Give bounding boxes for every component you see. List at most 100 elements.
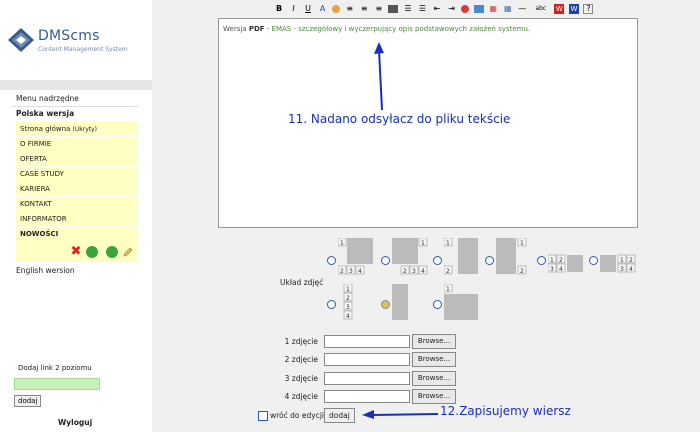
return-to-edit-checkbox[interactable]: [258, 411, 268, 421]
word-clean-icon[interactable]: W: [568, 4, 579, 14]
menu-english-version[interactable]: English wersion: [12, 264, 138, 278]
table-insert-icon[interactable]: ▦: [488, 4, 498, 14]
sidebar: DMScms Content Management System Menu na…: [0, 0, 152, 432]
svg-text:1: 1: [520, 240, 524, 247]
photo-3-browse-button[interactable]: Browse...: [412, 371, 456, 386]
arrow-down-icon[interactable]: [106, 246, 118, 258]
photo-3-label: 3 zdjęcie: [284, 374, 318, 383]
menu-item-label: Strona główna: [20, 125, 71, 133]
align-left-icon[interactable]: ≡: [345, 4, 355, 14]
photo-1-input[interactable]: [324, 335, 410, 348]
layout-thumb-5: 1 2 3 4: [548, 254, 583, 273]
menu-tree: Menu nadrzędne Polska wersja Strona głów…: [12, 92, 138, 278]
horizontal-rule-icon[interactable]: —: [517, 4, 527, 14]
layout-radio-3[interactable]: [433, 256, 442, 265]
svg-text:3: 3: [550, 266, 554, 273]
italic-button[interactable]: I: [289, 4, 299, 14]
annotation-arrow-up-icon: [374, 42, 384, 111]
logo-title: DMScms: [38, 28, 100, 44]
add-link-button[interactable]: dodaj: [14, 395, 42, 407]
annotation-save-row: 12.Zapisujemy wiersz: [440, 404, 571, 418]
delete-icon[interactable]: ✖: [70, 245, 82, 258]
menu-item-home[interactable]: Strona główna (Ukryty): [16, 122, 138, 136]
svg-text:4: 4: [629, 266, 633, 273]
arrow-up-icon[interactable]: [86, 246, 98, 258]
svg-text:2: 2: [559, 257, 563, 264]
layout-radio-1[interactable]: [327, 256, 336, 265]
svg-text:3: 3: [412, 268, 416, 275]
layout-thumb-3: 1 2: [444, 238, 478, 275]
layout-radio-5[interactable]: [537, 256, 546, 265]
special-char-icon[interactable]: [461, 5, 470, 13]
align-right-icon[interactable]: ≡: [374, 4, 384, 14]
word-paste-icon[interactable]: W: [554, 4, 565, 14]
layout-radio-4[interactable]: [485, 256, 494, 265]
menu-parent-link[interactable]: Menu nadrzędne: [12, 92, 138, 107]
justify-icon[interactable]: [388, 5, 399, 13]
layout-thumb-8: [392, 284, 408, 320]
photo-2-browse-button[interactable]: Browse...: [412, 352, 456, 367]
bold-button[interactable]: B: [274, 4, 284, 14]
outdent-icon[interactable]: ⇤: [432, 4, 442, 14]
editor-hyperlink[interactable]: EMAS - szczegółowy i wyczerpujący opis p…: [272, 25, 531, 33]
indent-icon[interactable]: ⇥: [447, 4, 457, 14]
underline-button[interactable]: U: [303, 4, 313, 14]
photo-1-browse-button[interactable]: Browse...: [412, 334, 456, 349]
photo-3-input[interactable]: [324, 372, 410, 385]
align-center-icon[interactable]: ≡: [359, 4, 369, 14]
svg-text:3: 3: [346, 304, 350, 311]
menu-item-informator[interactable]: INFORMATOR: [16, 212, 138, 226]
menu-item-o-firmie[interactable]: O FIRMIE: [16, 137, 138, 151]
layout-thumb-6: 1 2 3 4: [600, 254, 636, 273]
svg-text:4: 4: [559, 266, 563, 273]
svg-text:1: 1: [446, 240, 450, 247]
photo-2-input[interactable]: [324, 353, 410, 366]
layout-radio-9[interactable]: [433, 300, 442, 309]
font-color-button[interactable]: A: [318, 4, 328, 14]
svg-text:4: 4: [346, 313, 350, 320]
logo-icon: [8, 28, 34, 52]
add-link-label: Dodaj link 2 poziomu: [18, 364, 92, 372]
table-icon[interactable]: ▦: [503, 4, 513, 14]
add-link-input[interactable]: [14, 378, 100, 390]
layout-radio-2[interactable]: [381, 256, 390, 265]
layout-radio-8-selected[interactable]: [381, 300, 390, 309]
numbered-list-icon[interactable]: ☰: [417, 4, 427, 14]
logout-link[interactable]: Wyloguj: [58, 418, 92, 427]
menu-item-kariera[interactable]: KARIERA: [16, 182, 138, 196]
bullet-list-icon[interactable]: ☰: [403, 4, 413, 14]
menu-item-case-study[interactable]: CASE STUDY: [16, 167, 138, 181]
photo-2-label: 2 zdjęcie: [284, 355, 318, 364]
svg-text:1: 1: [421, 240, 425, 247]
menu-item-oferta[interactable]: OFERTA: [16, 152, 138, 166]
edit-icon[interactable]: [122, 246, 134, 258]
logo-subtitle: Content Management System: [38, 46, 128, 53]
image-icon[interactable]: [473, 5, 484, 13]
menu-item-nowosci[interactable]: NOWOŚCI: [16, 227, 138, 241]
photo-4-input[interactable]: [324, 390, 410, 403]
editor-text-dash: -: [264, 25, 272, 33]
svg-text:1: 1: [550, 257, 554, 264]
logo: DMScms Content Management System: [8, 26, 148, 56]
svg-text:4: 4: [358, 268, 362, 275]
svg-text:2: 2: [346, 295, 350, 302]
svg-text:1: 1: [340, 240, 344, 247]
layout-thumb-2: 1 2 3 4: [392, 238, 428, 275]
svg-text:2: 2: [403, 268, 407, 275]
save-row-button[interactable]: dodaj: [324, 408, 355, 423]
layout-radio-6[interactable]: [589, 256, 598, 265]
editor-text-pdf: PDF: [248, 25, 265, 33]
menu-section-title: Polska wersja: [16, 109, 75, 118]
photo-4-browse-button[interactable]: Browse...: [412, 389, 456, 404]
strikethrough-icon[interactable]: abc: [532, 4, 550, 14]
menu-item-kontakt[interactable]: KONTAKT: [16, 197, 138, 211]
svg-text:2: 2: [629, 257, 633, 264]
highlight-icon[interactable]: [332, 5, 341, 13]
annotation-link-added: 11. Nadano odsyłacz do pliku tekście: [288, 112, 511, 126]
editor-text-prefix: Wersja: [223, 25, 247, 33]
svg-text:3: 3: [349, 268, 353, 275]
help-icon[interactable]: ?: [583, 4, 594, 14]
layout-radio-7[interactable]: [327, 300, 336, 309]
layout-thumb-7: 1 2 3 4: [343, 284, 353, 320]
return-to-edit-label: wróć do edycji: [270, 411, 324, 420]
